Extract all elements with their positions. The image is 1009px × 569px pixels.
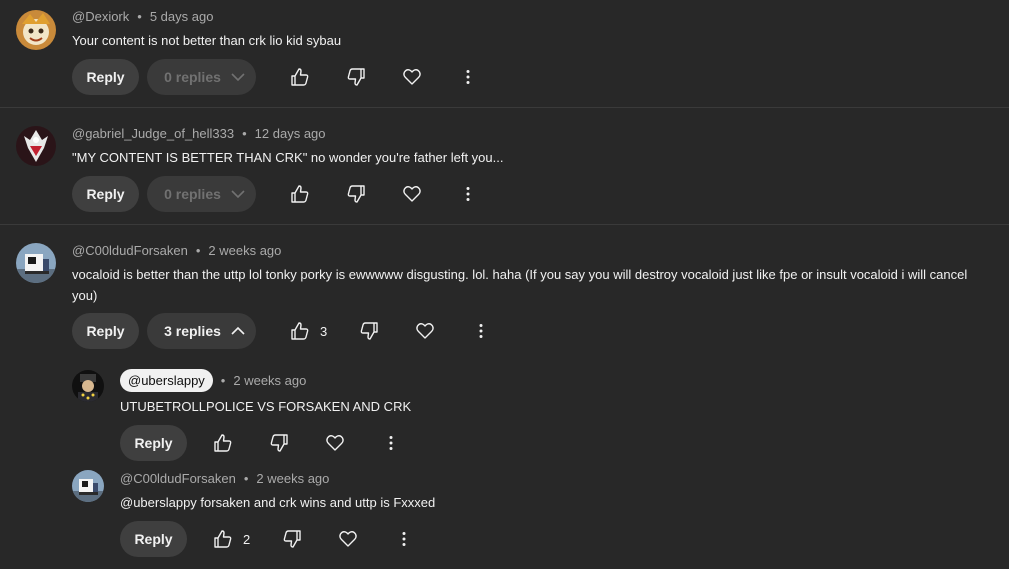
like-button[interactable]: 3 — [290, 321, 327, 341]
comment-text: "MY CONTENT IS BETTER THAN CRK" no wonde… — [72, 150, 504, 165]
replies-count-label: 0 replies — [164, 69, 221, 85]
thumbs-down-icon — [347, 185, 365, 203]
timestamp[interactable]: 12 days ago — [255, 126, 326, 141]
dislike-button[interactable] — [346, 184, 366, 204]
heart-button[interactable] — [325, 433, 345, 453]
dislike-button[interactable] — [346, 67, 366, 87]
heart-icon — [339, 531, 357, 547]
replies-toggle-button[interactable]: 0 replies — [147, 176, 256, 212]
author-name[interactable]: @uberslappy — [120, 369, 213, 392]
replies-count-label: 3 replies — [164, 323, 221, 339]
thumbs-up-icon — [214, 530, 232, 548]
chevron-up-icon — [231, 326, 245, 335]
more-actions-button[interactable] — [458, 67, 478, 87]
replies-count-label: 0 replies — [164, 186, 221, 202]
avatar[interactable] — [72, 470, 104, 502]
timestamp[interactable]: 2 weeks ago — [233, 373, 306, 388]
avatar[interactable] — [16, 243, 56, 283]
reply-text: UTUBETROLLPOLICE VS FORSAKEN AND CRK — [120, 399, 412, 414]
comment-meta: @C00ldudForsaken • 2 weeks ago — [72, 243, 281, 258]
like-button[interactable]: 2 — [213, 529, 250, 549]
more-actions-button[interactable] — [394, 529, 414, 549]
avatar[interactable] — [16, 126, 56, 166]
author-name[interactable]: @Dexiork — [72, 9, 129, 24]
thumbs-up-icon — [214, 434, 232, 452]
reply-meta: @C00ldudForsaken • 2 weeks ago — [120, 471, 329, 486]
thumbs-up-icon — [291, 322, 309, 340]
thumbs-up-icon — [291, 68, 309, 86]
divider — [0, 107, 1009, 108]
comment-text-line-2: you) — [72, 288, 98, 303]
timestamp[interactable]: 5 days ago — [150, 9, 214, 24]
comment-text-line-1: vocaloid is better than the uttp lol ton… — [72, 267, 968, 282]
timestamp[interactable]: 2 weeks ago — [256, 471, 329, 486]
separator: • — [137, 9, 142, 24]
heart-button[interactable] — [415, 321, 435, 341]
heart-icon — [403, 69, 421, 85]
comment-text: Your content is not better than crk lio … — [72, 33, 342, 48]
separator: • — [243, 471, 249, 486]
thumbs-down-icon — [270, 434, 288, 452]
replies-toggle-button[interactable]: 3 replies — [147, 313, 256, 349]
chevron-down-icon — [231, 73, 245, 82]
heart-icon — [403, 186, 421, 202]
heart-icon — [416, 323, 434, 339]
like-count: 2 — [243, 531, 251, 547]
reply-button[interactable]: Reply — [120, 425, 187, 461]
more-actions-button[interactable] — [471, 321, 491, 341]
more-vert-icon — [479, 324, 483, 338]
more-vert-icon — [402, 532, 406, 546]
thumbs-down-icon — [283, 530, 301, 548]
like-button[interactable] — [290, 67, 310, 87]
dislike-button[interactable] — [269, 433, 289, 453]
dislike-button[interactable] — [359, 321, 379, 341]
comment-meta: @Dexiork • 5 days ago — [72, 9, 213, 24]
heart-button[interactable] — [402, 184, 422, 204]
thumbs-down-icon — [347, 68, 365, 86]
like-count: 3 — [320, 323, 328, 339]
reply-button[interactable]: Reply — [72, 59, 139, 95]
more-vert-icon — [389, 436, 393, 450]
author-name[interactable]: @C00ldudForsaken — [120, 471, 236, 486]
more-vert-icon — [466, 187, 470, 201]
thumbs-down-icon — [360, 322, 378, 340]
heart-button[interactable] — [338, 529, 358, 549]
heart-icon — [326, 435, 344, 451]
divider — [0, 224, 1009, 225]
author-name[interactable]: @gabriel_Judge_of_hell333 — [72, 126, 234, 141]
separator: • — [220, 373, 226, 388]
dislike-button[interactable] — [282, 529, 302, 549]
separator: • — [195, 243, 201, 258]
reply-text: @uberslappy forsaken and crk wins and ut… — [120, 495, 436, 510]
like-button[interactable] — [213, 433, 233, 453]
reply-meta: @uberslappy • 2 weeks ago — [120, 369, 306, 392]
separator: • — [242, 126, 247, 141]
timestamp[interactable]: 2 weeks ago — [208, 243, 281, 258]
replies-toggle-button[interactable]: 0 replies — [147, 59, 256, 95]
reply-button[interactable]: Reply — [72, 313, 139, 349]
more-vert-icon — [466, 70, 470, 84]
chevron-down-icon — [231, 190, 245, 199]
thumbs-up-icon — [291, 185, 309, 203]
avatar[interactable] — [16, 10, 56, 50]
more-actions-button[interactable] — [458, 184, 478, 204]
more-actions-button[interactable] — [381, 433, 401, 453]
reply-button[interactable]: Reply — [72, 176, 139, 212]
comment-meta: @gabriel_Judge_of_hell333 • 12 days ago — [72, 126, 326, 141]
avatar[interactable] — [72, 370, 104, 402]
like-button[interactable] — [290, 184, 310, 204]
author-name[interactable]: @C00ldudForsaken — [72, 243, 188, 258]
reply-button[interactable]: Reply — [120, 521, 187, 557]
heart-button[interactable] — [402, 67, 422, 87]
